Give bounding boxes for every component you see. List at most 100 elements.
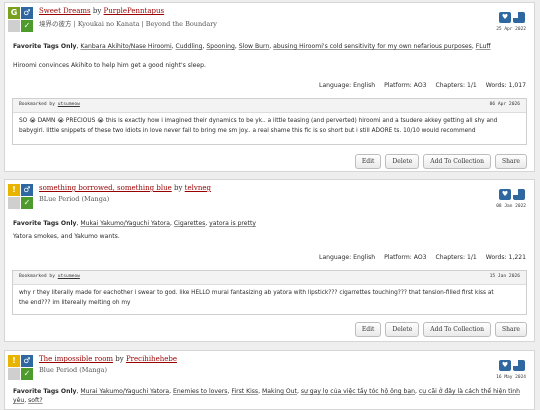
required-tags: G ♂ ✓	[8, 7, 33, 32]
work-date: 16 May 2024	[496, 375, 526, 380]
stat-language: Language: English	[319, 82, 376, 89]
tag-link[interactable]: abusing Hiroomi's cold sensitivity for m…	[273, 43, 472, 50]
share-button[interactable]: Share	[495, 322, 527, 337]
work-heading: Sweet Dreams by PurplePenntapus	[39, 7, 164, 15]
tag-list: Favorite Tags Only, Mukai Yakumo/Yaguchi…	[13, 220, 256, 227]
tag-link[interactable]: Spooning	[206, 43, 234, 50]
bookmarked-by-label: Bookmarked by	[19, 274, 55, 279]
work-title-link[interactable]: The impossible room	[39, 355, 113, 363]
rating-unrated-icon: !	[8, 184, 20, 196]
work-stats: Language: English Platform: AO3 Chapters…	[312, 254, 526, 261]
tag-list: Favorite Tags Only, Murai Yakumo/Yaguchi…	[13, 388, 520, 404]
note-line: the end??? im litereally melting oh my	[19, 300, 131, 306]
work-title-link[interactable]: Sweet Dreams	[39, 7, 91, 15]
warning-blank-icon	[8, 20, 20, 32]
category-mm-icon: ♂	[21, 355, 33, 367]
author-link[interactable]: PurplePenntapus	[104, 7, 165, 15]
tag-link[interactable]: First Kiss	[231, 388, 258, 395]
tag-link[interactable]: Murai Yakumo/Yaguchi Yatora	[80, 388, 169, 395]
heart-icon[interactable]: ♥	[499, 12, 511, 23]
heart-icon[interactable]: ♥	[499, 360, 511, 371]
bookmark-item: ! ♂ ✓ something borrowed, something blue…	[4, 179, 535, 342]
author-link[interactable]: Precihihehebe	[126, 355, 177, 363]
stat-chapters: Chapters: 1/1	[435, 82, 477, 89]
tag-list: Favorite Tags Only, Kanbara Akihito/Nase…	[13, 43, 491, 50]
fandom-tags: BLue Period (Manga)	[39, 195, 109, 203]
bookmarker-link[interactable]: utsumeow	[58, 102, 80, 107]
work-date: 08 Jan 2022	[496, 204, 526, 209]
warning-blank-icon	[8, 368, 20, 380]
fandom-link[interactable]: BLue Period (Manga)	[39, 195, 109, 203]
tag-link[interactable]: soft?	[28, 397, 43, 404]
bookmark-actions: Edit Delete Add To Collection Share	[354, 322, 527, 337]
bookmark-status-icon[interactable]	[513, 12, 525, 23]
tags-label: Favorite Tags Only	[13, 388, 77, 395]
fandom-tags: Blue Period (Manga)	[39, 366, 107, 374]
delete-button[interactable]: Delete	[385, 154, 420, 169]
category-mm-icon: ♂	[21, 184, 33, 196]
warning-blank-icon	[8, 197, 20, 209]
bookmark-status-icon[interactable]	[513, 189, 525, 200]
work-heading: something borrowed, something blue by te…	[39, 184, 211, 192]
stat-words: Words: 1,221	[485, 254, 526, 261]
tag-link[interactable]: Kanbara Akihito/Nase Hiroomi	[80, 43, 171, 50]
edit-button[interactable]: Edit	[354, 154, 382, 169]
required-tags: ! ♂ ✓	[8, 355, 33, 380]
work-summary: Hiroomi convinces Akihito to help him ge…	[13, 62, 206, 69]
fandom-tags: 境界の彼方 | Kyoukai no Kanata | Beyond the B…	[39, 18, 217, 28]
bookmark-date: 06 Apr 2026	[489, 102, 520, 107]
work-title-link[interactable]: something borrowed, something blue	[39, 184, 172, 192]
note-line: babygirl. little snippets of these two i…	[19, 128, 476, 134]
stat-language: Language: English	[319, 254, 376, 261]
bookmark-item: G ♂ ✓ Sweet Dreams by PurplePenntapus 境界…	[4, 2, 535, 172]
edit-button[interactable]: Edit	[354, 322, 382, 337]
note-line: SO 😭 DAMN 😭 PRECIOUS 😭 this is exactly h…	[19, 118, 498, 124]
stat-platform: Platform: AO3	[384, 82, 427, 89]
bookmarked-by-label: Bookmarked by	[19, 102, 55, 107]
bookmark-note-box: Bookmarked by utsumeow 15 Jan 2026 why r…	[12, 270, 527, 315]
author-link[interactable]: telvneg	[185, 184, 211, 192]
required-tags: ! ♂ ✓	[8, 184, 33, 209]
bookmarker-link[interactable]: utsumeow	[58, 274, 80, 279]
bookmark-item: ! ♂ ✓ The impossible room by Precihihehe…	[4, 350, 535, 410]
add-to-collection-button[interactable]: Add To Collection	[423, 322, 492, 337]
rating-general-icon: G	[8, 7, 20, 19]
add-to-collection-button[interactable]: Add To Collection	[423, 154, 492, 169]
by-text: by	[115, 355, 124, 363]
share-button[interactable]: Share	[495, 154, 527, 169]
tag-link[interactable]: sự gay lọ của việc tấy tóc hộ ông bạn	[301, 388, 415, 395]
tag-link[interactable]: yatora is pretty	[209, 220, 256, 227]
fandom-link[interactable]: 境界の彼方 | Kyoukai no Kanata | Beyond the B…	[39, 20, 217, 28]
work-summary: Yatora smokes, and Yakumo wants.	[13, 233, 120, 240]
tag-link[interactable]: Mukai Yakumo/Yaguchi Yatora	[80, 220, 170, 227]
tag-link[interactable]: Cigarettes	[174, 220, 205, 227]
stat-chapters: Chapters: 1/1	[435, 254, 477, 261]
by-text: by	[92, 7, 102, 15]
complete-check-icon: ✓	[21, 197, 33, 209]
bookmark-status-icon[interactable]	[513, 360, 525, 371]
work-date: 25 Apr 2022	[496, 27, 526, 32]
delete-button[interactable]: Delete	[385, 322, 420, 337]
tag-link[interactable]: Making Out	[262, 388, 297, 395]
work-heading: The impossible room by Precihihehebe	[39, 355, 177, 363]
stat-words: Words: 1,017	[485, 82, 526, 89]
rating-unrated-icon: !	[8, 355, 20, 367]
bookmark-header: Bookmarked by utsumeow 15 Jan 2026	[13, 271, 526, 285]
tag-link[interactable]: FLuff	[476, 43, 491, 50]
tags-label: Favorite Tags Only	[13, 220, 77, 227]
tag-link[interactable]: Slow Burn	[239, 43, 270, 50]
fandom-link[interactable]: Blue Period (Manga)	[39, 366, 107, 374]
tag-link[interactable]: Enemies to lovers	[173, 388, 227, 395]
stat-platform: Platform: AO3	[384, 254, 427, 261]
complete-check-icon: ✓	[21, 20, 33, 32]
category-mm-icon: ♂	[21, 7, 33, 19]
by-text: by	[174, 184, 183, 192]
work-stats: Language: English Platform: AO3 Chapters…	[312, 82, 526, 89]
bookmark-note-box: Bookmarked by utsumeow 06 Apr 2026 SO 😭 …	[12, 98, 527, 145]
tag-link[interactable]: Cuddling	[176, 43, 203, 50]
heart-icon[interactable]: ♥	[499, 189, 511, 200]
bookmarks-page: G ♂ ✓ Sweet Dreams by PurplePenntapus 境界…	[0, 0, 540, 410]
bookmark-actions: Edit Delete Add To Collection Share	[354, 154, 527, 169]
bookmark-header: Bookmarked by utsumeow 06 Apr 2026	[13, 99, 526, 113]
complete-check-icon: ✓	[21, 368, 33, 380]
